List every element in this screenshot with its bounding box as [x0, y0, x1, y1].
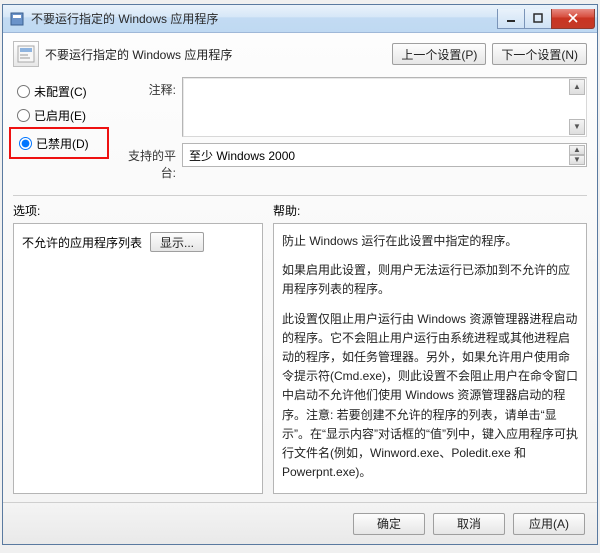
- radio-disabled[interactable]: 已禁用(D): [15, 131, 107, 155]
- scroll-up-icon[interactable]: ▲: [569, 145, 585, 155]
- window-controls: [498, 9, 595, 29]
- radio-not-configured-input[interactable]: [17, 85, 30, 98]
- scroll-down-icon[interactable]: ▼: [569, 119, 585, 135]
- mid-labels: 选项: 帮助:: [13, 202, 587, 219]
- platform-label: 支持的平台:: [126, 143, 182, 181]
- help-label: 帮助:: [273, 202, 300, 219]
- help-panel[interactable]: 防止 Windows 运行在此设置中指定的程序。 如果启用此设置，则用户无法运行…: [273, 223, 587, 494]
- next-setting-button[interactable]: 下一个设置(N): [492, 43, 587, 65]
- radio-enabled[interactable]: 已启用(E): [13, 103, 126, 127]
- help-paragraph: 此设置仅阻止用户运行由 Windows 资源管理器进程启动的程序。它不会阻止用户…: [282, 310, 578, 483]
- help-paragraph: 如果启用此设置，则用户无法运行已添加到不允许的应用程序列表的程序。: [282, 261, 578, 299]
- radio-not-configured[interactable]: 未配置(C): [13, 79, 126, 103]
- options-label: 选项:: [13, 202, 273, 219]
- platform-value: 至少 Windows 2000: [189, 147, 295, 164]
- config-area: 未配置(C) 已启用(E) 已禁用(D) 注释: ▲: [13, 77, 587, 187]
- platform-row: 支持的平台: 至少 Windows 2000 ▲ ▼: [126, 143, 587, 181]
- scroll-down-icon[interactable]: ▼: [569, 155, 585, 165]
- radio-not-configured-label: 未配置(C): [34, 83, 87, 100]
- footer: 确定 取消 应用(A): [3, 502, 597, 544]
- content-area: 不要运行指定的 Windows 应用程序 上一个设置(P) 下一个设置(N) 未…: [3, 33, 597, 544]
- highlight-box: 已禁用(D): [9, 127, 109, 159]
- disallowed-list-row: 不允许的应用程序列表 显示...: [22, 232, 254, 252]
- policy-icon: [13, 41, 39, 67]
- platform-box: 至少 Windows 2000 ▲ ▼: [182, 143, 587, 167]
- radio-disabled-input[interactable]: [19, 137, 32, 150]
- dialog-window: 不要运行指定的 Windows 应用程序 不要运行指定的 Windows 应用程…: [2, 4, 598, 545]
- scroll-up-icon[interactable]: ▲: [569, 79, 585, 95]
- radio-enabled-input[interactable]: [17, 109, 30, 122]
- titlebar[interactable]: 不要运行指定的 Windows 应用程序: [3, 5, 597, 33]
- options-panel: 不允许的应用程序列表 显示...: [13, 223, 263, 494]
- window-title: 不要运行指定的 Windows 应用程序: [31, 10, 498, 27]
- minimize-button[interactable]: [497, 9, 525, 29]
- radio-enabled-label: 已启用(E): [34, 107, 86, 124]
- app-icon: [9, 11, 25, 27]
- cancel-button[interactable]: 取消: [433, 513, 505, 535]
- panels: 不允许的应用程序列表 显示... 防止 Windows 运行在此设置中指定的程序…: [13, 223, 587, 494]
- fields-column: 注释: ▲ ▼ 支持的平台: 至少 Windows 2000 ▲ ▼: [126, 77, 587, 187]
- close-button[interactable]: [551, 9, 595, 29]
- radio-column: 未配置(C) 已启用(E) 已禁用(D): [13, 77, 126, 187]
- previous-setting-button[interactable]: 上一个设置(P): [392, 43, 486, 65]
- ok-button[interactable]: 确定: [353, 513, 425, 535]
- header-row: 不要运行指定的 Windows 应用程序 上一个设置(P) 下一个设置(N): [13, 41, 587, 67]
- nav-buttons: 上一个设置(P) 下一个设置(N): [392, 43, 587, 65]
- comment-textarea[interactable]: ▲ ▼: [182, 77, 587, 137]
- disallowed-list-label: 不允许的应用程序列表: [22, 234, 142, 251]
- apply-button[interactable]: 应用(A): [513, 513, 585, 535]
- page-title: 不要运行指定的 Windows 应用程序: [45, 46, 232, 63]
- radio-disabled-label: 已禁用(D): [36, 135, 89, 152]
- comment-row: 注释: ▲ ▼: [126, 77, 587, 137]
- show-button[interactable]: 显示...: [150, 232, 204, 252]
- maximize-button[interactable]: [524, 9, 552, 29]
- separator: [13, 195, 587, 196]
- help-paragraph: 防止 Windows 运行在此设置中指定的程序。: [282, 232, 578, 251]
- comment-label: 注释:: [126, 77, 182, 98]
